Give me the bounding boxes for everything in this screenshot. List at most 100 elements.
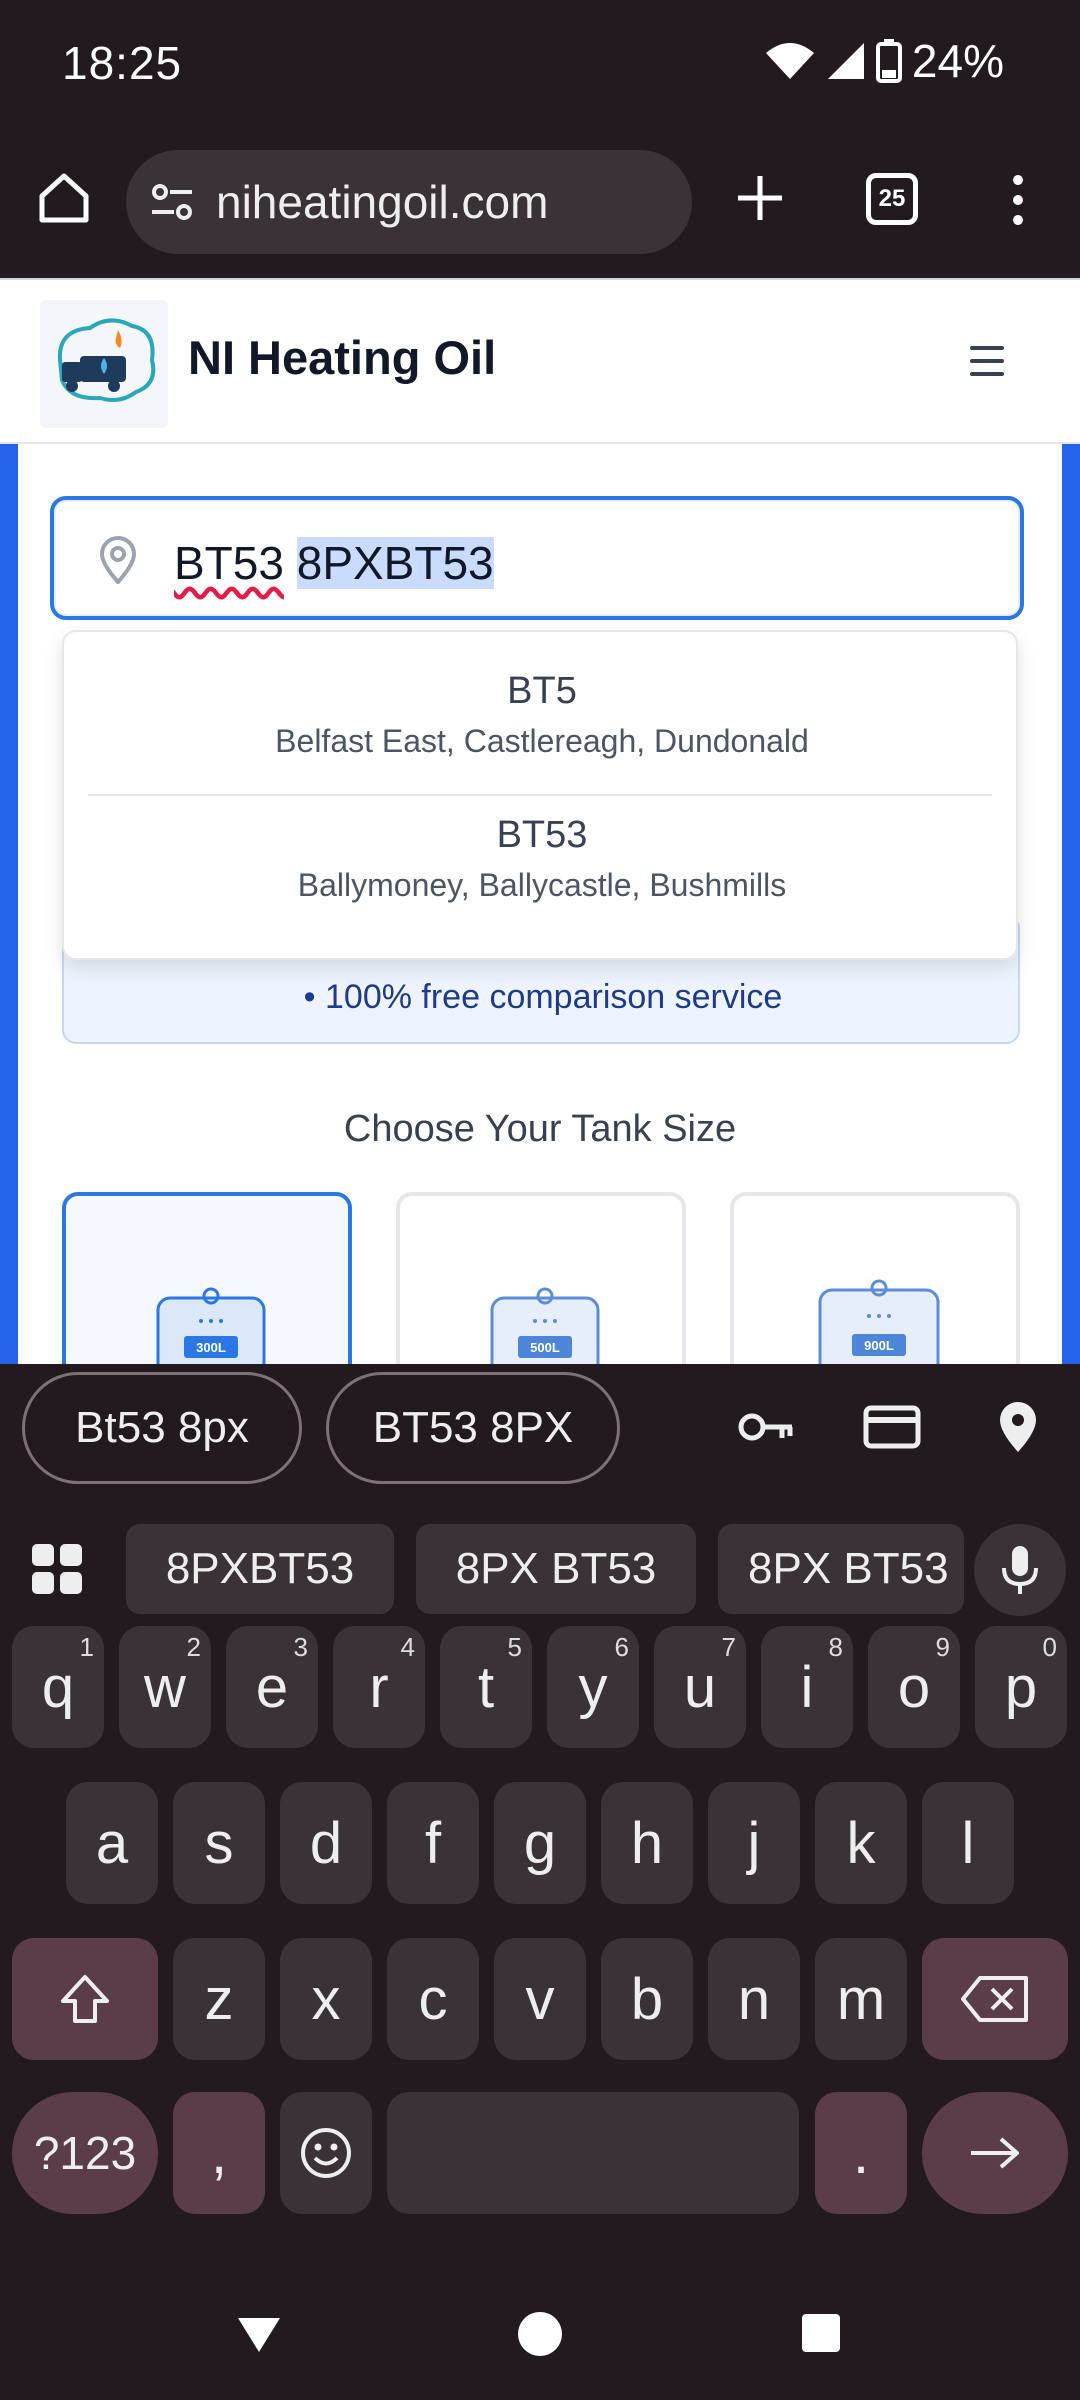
suggestion-code: BT53 [496,814,588,856]
suggestion-code: BT5 [507,670,577,712]
autofill-bar: Bt53 8px BT53 8PX [0,1364,1080,1490]
site-logo[interactable] [40,300,168,428]
postcode-search-input[interactable]: BT53 8PXBT53 [50,496,1024,620]
soft-keyboard: Bt53 8px BT53 8PX 8PXBT53 8PX BT53 8PX B… [0,1364,1080,2400]
status-time: 18:25 [62,37,183,89]
tank-size-title: Choose Your Tank Size [343,1108,737,1150]
wifi-icon [765,43,814,79]
recents-nav-icon[interactable] [800,2312,842,2354]
comma-key[interactable]: , [173,2092,265,2214]
shift-key[interactable] [12,1938,158,2060]
suggestion-strip: 8PXBT53 8PX BT53 8PX BT53 [0,1502,1080,1628]
battery-icon [875,39,902,83]
more-options-icon[interactable] [1000,170,1036,230]
enter-key[interactable] [922,2092,1068,2214]
key-f[interactable]: f [387,1782,479,1904]
word-suggestion[interactable]: 8PX BT53 [718,1524,964,1614]
divider [88,794,992,796]
postcode-selected-text: 8PXBT53 [296,537,494,589]
key-q[interactable]: q1 [12,1626,104,1748]
key-v[interactable]: v [494,1938,586,2060]
home-nav-icon[interactable] [516,2310,564,2358]
key-y[interactable]: y6 [547,1626,639,1748]
key-u[interactable]: u7 [654,1626,746,1748]
info-bullet: • 100% free comparison service [303,978,783,1016]
tank-label: 500L [530,1340,560,1355]
suggestion-bt53[interactable]: BT53 Ballymoney, Ballycastle, Bushmills [64,814,1020,904]
key-d[interactable]: d [280,1782,372,1904]
browser-toolbar: niheatingoil.com 25 [0,130,1080,278]
arrow-right-icon [971,2137,1019,2169]
key-icon[interactable] [736,1400,796,1454]
key-c[interactable]: c [387,1938,479,2060]
key-m[interactable]: m [815,1938,907,2060]
key-j[interactable]: j [708,1782,800,1904]
postcode-typed-text: BT53 [174,537,284,589]
battery-percent: 24% [911,35,1004,87]
word-suggestion[interactable]: 8PX BT53 [416,1524,696,1614]
space-key[interactable] [387,2092,799,2214]
key-n[interactable]: n [708,1938,800,2060]
apps-grid-icon[interactable] [30,1542,84,1596]
microphone-icon[interactable] [974,1524,1066,1616]
word-suggestion[interactable]: 8PXBT53 [126,1524,394,1614]
site-name[interactable]: NI Heating Oil [188,330,496,385]
key-k[interactable]: k [815,1782,907,1904]
key-t[interactable]: t5 [440,1626,532,1748]
key-o[interactable]: o9 [868,1626,960,1748]
key-h[interactable]: h [601,1782,693,1904]
suggestion-bt5[interactable]: BT5 Belfast East, Castlereagh, Dundonald [64,670,1020,760]
tank-label: 300L [196,1340,226,1355]
tank-label: 900L [864,1338,894,1353]
new-tab-icon[interactable] [730,168,790,228]
tank-icon: 900L [818,1279,940,1364]
tank-icon: 300L [156,1287,266,1364]
system-nav-bar [0,2282,1080,2400]
period-key[interactable]: . [815,2092,907,2214]
location-pin-icon [99,536,137,584]
site-settings-icon[interactable] [148,178,196,226]
emoji-key[interactable] [280,2092,372,2214]
key-w[interactable]: w2 [119,1626,211,1748]
status-icons: 24% [764,34,1004,88]
web-page: NI Heating Oil BT53 8PXBT53 BT5 Belfast … [0,278,1080,1364]
credit-card-icon[interactable] [862,1400,922,1454]
status-bar: 18:25 24% [0,0,1080,130]
oil-truck-logo-icon [57,318,156,402]
tank-option-300l[interactable]: 300L [62,1192,352,1364]
autofill-chip[interactable]: BT53 8PX [326,1372,620,1484]
tank-icon: 500L [490,1287,600,1364]
key-z[interactable]: z [173,1938,265,2060]
postcode-value: BT53 8PXBT53 [174,536,494,590]
autofill-chip[interactable]: Bt53 8px [22,1372,302,1484]
tab-switcher-button[interactable]: 25 [866,173,918,225]
back-nav-icon[interactable] [234,2312,284,2356]
key-b[interactable]: b [601,1938,693,2060]
home-icon[interactable] [34,168,94,228]
tank-option-500l[interactable]: 500L [396,1192,686,1364]
quote-card: BT53 8PXBT53 BT5 Belfast East, Castlerea… [18,444,1062,1364]
key-a[interactable]: a [66,1782,158,1904]
tank-option-900l[interactable]: 900L [730,1192,1020,1364]
hamburger-menu-icon[interactable] [970,346,1004,376]
key-p[interactable]: p0 [975,1626,1067,1748]
backspace-icon [961,1976,1028,2022]
emoji-icon [301,2128,351,2178]
address-bar[interactable]: niheatingoil.com [126,150,692,254]
key-g[interactable]: g [494,1782,586,1904]
suggestion-areas: Belfast East, Castlereagh, Dundonald [275,723,809,759]
url-text: niheatingoil.com [216,176,549,228]
key-r[interactable]: r4 [333,1626,425,1748]
suggestion-areas: Ballymoney, Ballycastle, Bushmills [297,867,787,903]
key-x[interactable]: x [280,1938,372,2060]
key-l[interactable]: l [922,1782,1014,1904]
shift-icon [61,1975,109,2023]
location-icon[interactable] [988,1400,1048,1454]
key-i[interactable]: i8 [761,1626,853,1748]
site-header: NI Heating Oil [0,278,1080,444]
backspace-key[interactable] [922,1938,1068,2060]
symbols-key[interactable]: ?123 [12,2092,158,2214]
key-s[interactable]: s [173,1782,265,1904]
key-e[interactable]: e3 [226,1626,318,1748]
cell-signal-icon [827,43,864,79]
